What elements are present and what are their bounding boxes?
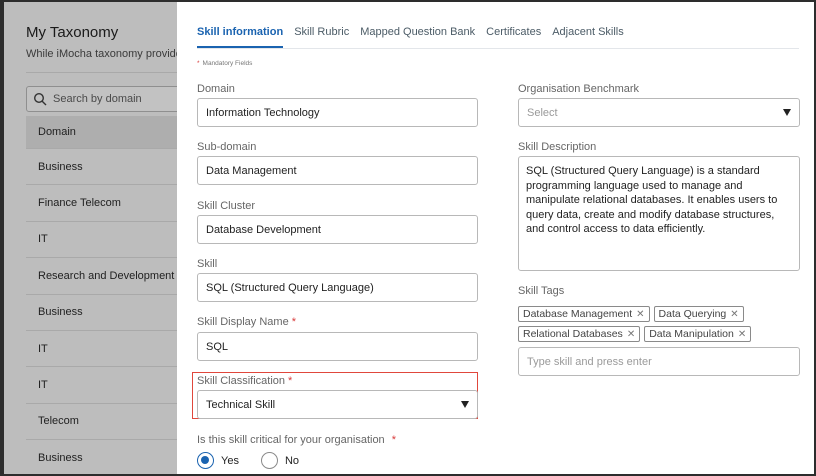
skill-classification-label-text: Skill Classification	[197, 375, 286, 387]
subdomain-field[interactable]: Data Management	[197, 156, 478, 185]
radio-no-label: No	[284, 454, 300, 467]
radio-selected-icon	[197, 452, 214, 469]
radio-yes-label: Yes	[221, 454, 239, 467]
list-item[interactable]: Business	[26, 295, 186, 331]
list-item[interactable]: IT	[26, 367, 186, 404]
required-star-icon: *	[391, 434, 396, 446]
skill-cluster-label: Skill Cluster	[197, 200, 256, 212]
mandatory-fields-note: * Mandatory Fields	[197, 60, 252, 67]
skill-tag-input[interactable]: Type skill and press enter	[518, 347, 800, 376]
tabs-divider	[197, 48, 799, 49]
domain-list-header: Domain	[26, 116, 186, 149]
skill-description-textarea[interactable]: SQL (Structured Query Language) is a sta…	[518, 156, 800, 271]
skill-tag-text: Data Manipulation	[649, 328, 734, 340]
tab-skill-information[interactable]: Skill information	[197, 26, 284, 48]
list-item[interactable]: Finance Telecom	[26, 185, 186, 222]
skill-display-name-label: Skill Display Name *	[197, 316, 296, 328]
list-item[interactable]: Telecom	[26, 404, 186, 441]
window-frame: My Taxonomy While iMocha taxonomy provid…	[0, 0, 816, 476]
chevron-down-icon	[461, 401, 469, 408]
domain-field[interactable]: Information Technology	[197, 98, 478, 127]
close-icon[interactable]: ✕	[627, 329, 635, 340]
skill-tag: Relational Databases ✕	[518, 326, 641, 342]
skill-classification-select[interactable]: Technical Skill	[197, 390, 478, 419]
chevron-down-icon	[783, 109, 791, 116]
skill-display-name-field[interactable]: SQL	[197, 332, 478, 361]
divider	[26, 72, 186, 73]
critical-skill-label: Is this skill critical for your organisa…	[197, 434, 396, 446]
radio-yes[interactable]: Yes	[197, 452, 239, 469]
skill-classification-value: Technical Skill	[206, 398, 276, 411]
skill-tag-text: Data Querying	[658, 308, 727, 320]
required-star-icon: *	[288, 375, 293, 387]
page-title: My Taxonomy	[26, 24, 119, 41]
search-icon	[33, 92, 47, 106]
skill-drawer: Skill information Skill Rubric Mapped Qu…	[177, 2, 814, 474]
close-icon[interactable]: ✕	[738, 329, 746, 340]
required-star-icon: *	[291, 316, 296, 328]
mandatory-fields-text: Mandatory Fields	[202, 60, 253, 67]
critical-skill-radio-group: Yes No	[197, 452, 321, 469]
list-item[interactable]: IT	[26, 222, 186, 259]
skill-description-label: Skill Description	[518, 141, 597, 153]
domain-search-input[interactable]: Search by domain	[26, 86, 186, 112]
tab-skill-rubric[interactable]: Skill Rubric	[294, 26, 349, 48]
organisation-benchmark-label: Organisation Benchmark	[518, 83, 640, 95]
list-item[interactable]: Business	[26, 440, 186, 474]
skill-field[interactable]: SQL (Structured Query Language)	[197, 273, 478, 302]
tab-bar: Skill information Skill Rubric Mapped Qu…	[197, 26, 635, 48]
close-icon[interactable]: ✕	[730, 309, 738, 320]
tab-mapped-question-bank[interactable]: Mapped Question Bank	[360, 26, 475, 48]
page-subtitle: While iMocha taxonomy provides	[26, 48, 188, 60]
critical-skill-label-text: Is this skill critical for your organisa…	[197, 434, 385, 446]
skill-cluster-field[interactable]: Database Development	[197, 215, 478, 244]
skill-tag: Database Management ✕	[518, 306, 650, 322]
organisation-benchmark-select[interactable]: Select	[518, 98, 800, 127]
skill-tags-list: Database Management ✕ Data Querying ✕ Rela…	[518, 306, 800, 346]
subdomain-label: Sub-domain	[197, 141, 257, 153]
benchmark-placeholder: Select	[527, 106, 558, 119]
tab-certificates[interactable]: Certificates	[486, 26, 541, 48]
domain-label: Domain	[197, 83, 235, 95]
list-item[interactable]: IT	[26, 331, 186, 368]
search-placeholder: Search by domain	[53, 93, 142, 105]
skill-tag-text: Database Management	[523, 308, 633, 320]
skill-classification-label: Skill Classification *	[197, 375, 292, 387]
skill-tag-text: Relational Databases	[523, 328, 623, 340]
skill-label: Skill	[197, 258, 218, 270]
required-star-icon: *	[197, 60, 200, 67]
skill-tag: Data Querying ✕	[653, 306, 744, 322]
close-icon[interactable]: ✕	[636, 309, 644, 320]
skill-display-name-label-text: Skill Display Name	[197, 316, 289, 328]
skill-tag: Data Manipulation ✕	[644, 326, 752, 342]
list-item[interactable]: Research and Development	[26, 258, 186, 295]
tab-adjacent-skills[interactable]: Adjacent Skills	[552, 26, 624, 48]
domain-list: Domain Business Finance Telecom IT Resea…	[26, 116, 186, 474]
radio-empty-icon	[260, 452, 278, 469]
list-item[interactable]: Business	[26, 149, 186, 186]
radio-no[interactable]: No	[260, 452, 300, 469]
skill-tags-label: Skill Tags	[518, 285, 565, 297]
